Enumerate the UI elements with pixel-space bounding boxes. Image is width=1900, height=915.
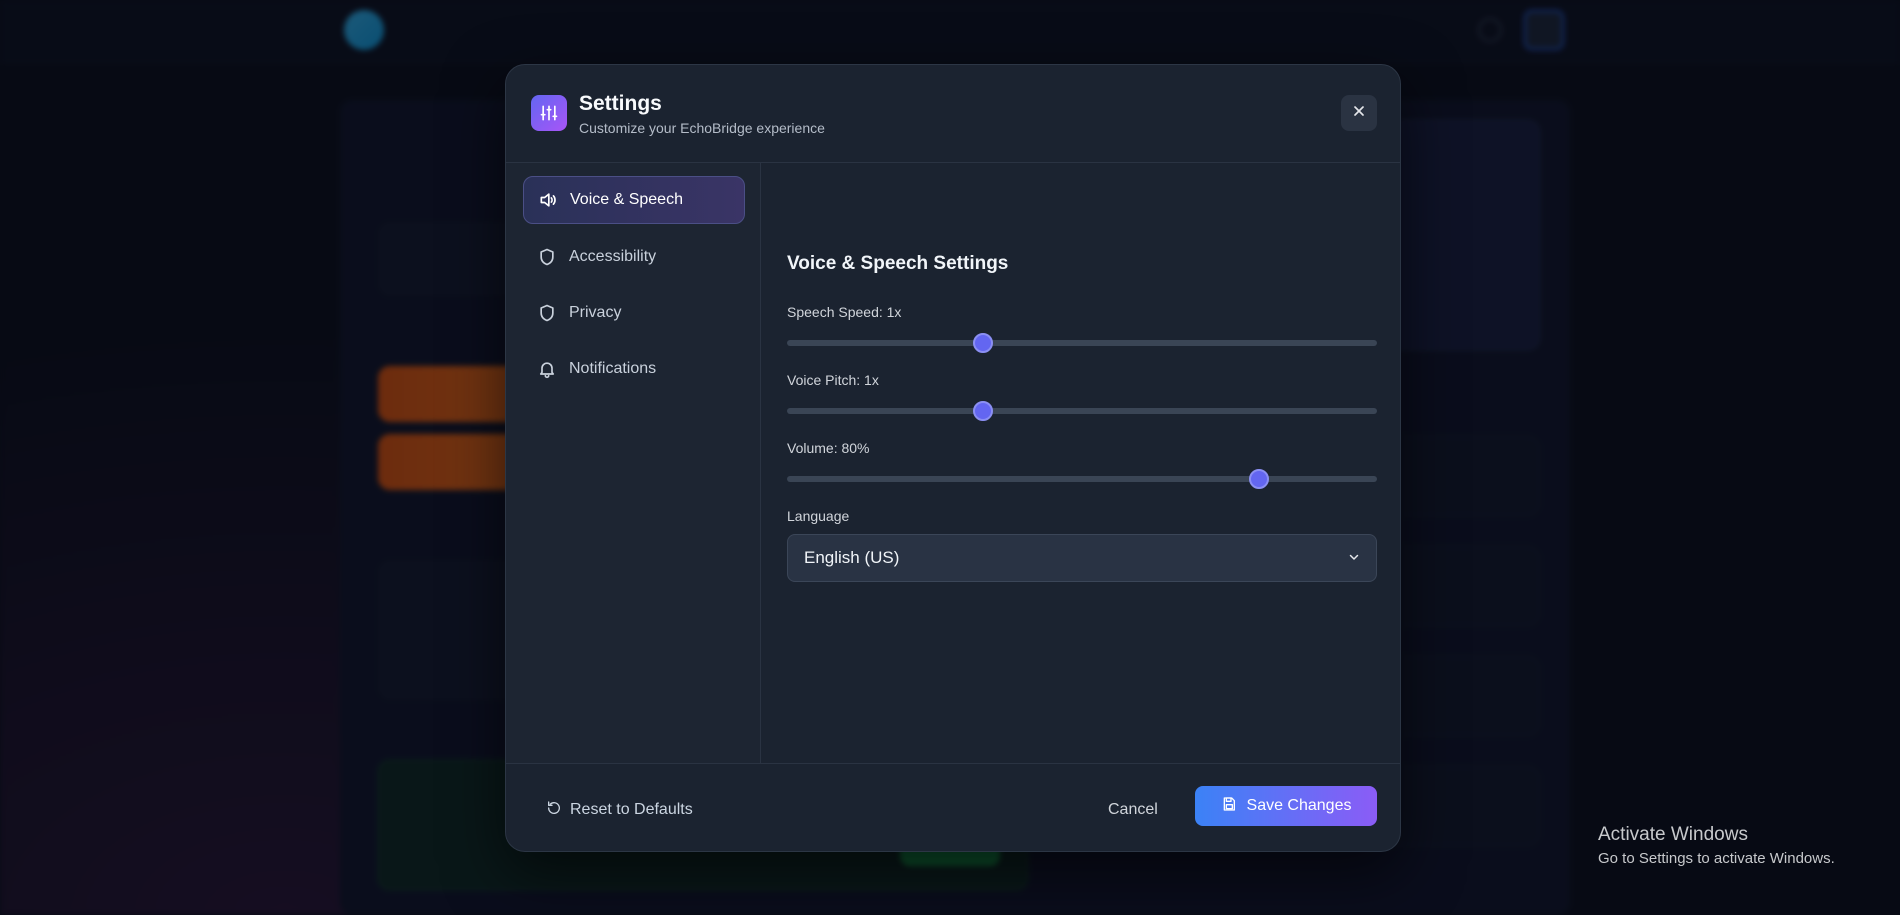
close-icon: [1351, 103, 1367, 124]
save-icon: [1221, 796, 1237, 817]
bell-icon: [537, 359, 557, 379]
save-label: Save Changes: [1246, 797, 1352, 814]
reset-to-defaults-button[interactable]: Reset to Defaults: [546, 792, 693, 828]
volume-label: Volume: 80%: [787, 440, 870, 456]
chevron-down-icon: [1348, 548, 1360, 568]
close-button[interactable]: [1341, 95, 1377, 131]
shield-icon: [537, 247, 557, 267]
save-changes-button[interactable]: Save Changes: [1195, 786, 1377, 826]
watermark-subtitle: Go to Settings to activate Windows.: [1598, 850, 1835, 867]
sidebar-item-label: Notifications: [569, 360, 657, 377]
language-label: Language: [787, 508, 850, 524]
sidebar-item-label: Accessibility: [569, 248, 657, 265]
sliders-icon: [531, 95, 567, 131]
speaker-icon: [538, 190, 558, 210]
volume-slider[interactable]: [787, 469, 1377, 489]
language-select[interactable]: English (US): [787, 534, 1377, 582]
voice-pitch-label: Voice Pitch: 1x: [787, 372, 879, 388]
sidebar-item-privacy[interactable]: Privacy: [523, 289, 745, 337]
voice-pitch-slider[interactable]: [787, 401, 1377, 421]
shield-icon: [537, 303, 557, 323]
windows-activation-watermark: Activate Windows Go to Settings to activ…: [1598, 824, 1835, 867]
sidebar-item-notifications[interactable]: Notifications: [523, 345, 745, 393]
cancel-button[interactable]: Cancel: [1108, 792, 1158, 828]
reset-icon: [546, 800, 562, 821]
modal-title: Settings: [579, 92, 662, 115]
slider-thumb[interactable]: [973, 401, 994, 421]
sidebar-item-label: Voice & Speech: [570, 191, 683, 208]
sidebar-item-accessibility[interactable]: Accessibility: [523, 233, 745, 281]
modal-subtitle: Customize your EchoBridge experience: [579, 120, 825, 136]
speech-speed-slider[interactable]: [787, 333, 1377, 353]
settings-sidebar: Voice & Speech Accessibility Privacy Not…: [506, 163, 761, 763]
reset-label: Reset to Defaults: [570, 801, 693, 818]
sidebar-item-voice-speech[interactable]: Voice & Speech: [523, 176, 745, 224]
sidebar-item-label: Privacy: [569, 304, 622, 321]
slider-thumb[interactable]: [973, 333, 994, 353]
modal-footer: Reset to Defaults Cancel Save Changes: [506, 763, 1400, 851]
section-title: Voice & Speech Settings: [787, 253, 1009, 274]
slider-thumb[interactable]: [1249, 469, 1269, 489]
language-value: English (US): [804, 548, 900, 567]
settings-content: Voice & Speech Settings Speech Speed: 1x…: [762, 163, 1400, 763]
settings-modal: Settings Customize your EchoBridge exper…: [505, 64, 1401, 852]
speech-speed-label: Speech Speed: 1x: [787, 304, 902, 320]
watermark-title: Activate Windows: [1598, 824, 1748, 845]
modal-header: Settings Customize your EchoBridge exper…: [506, 65, 1400, 163]
